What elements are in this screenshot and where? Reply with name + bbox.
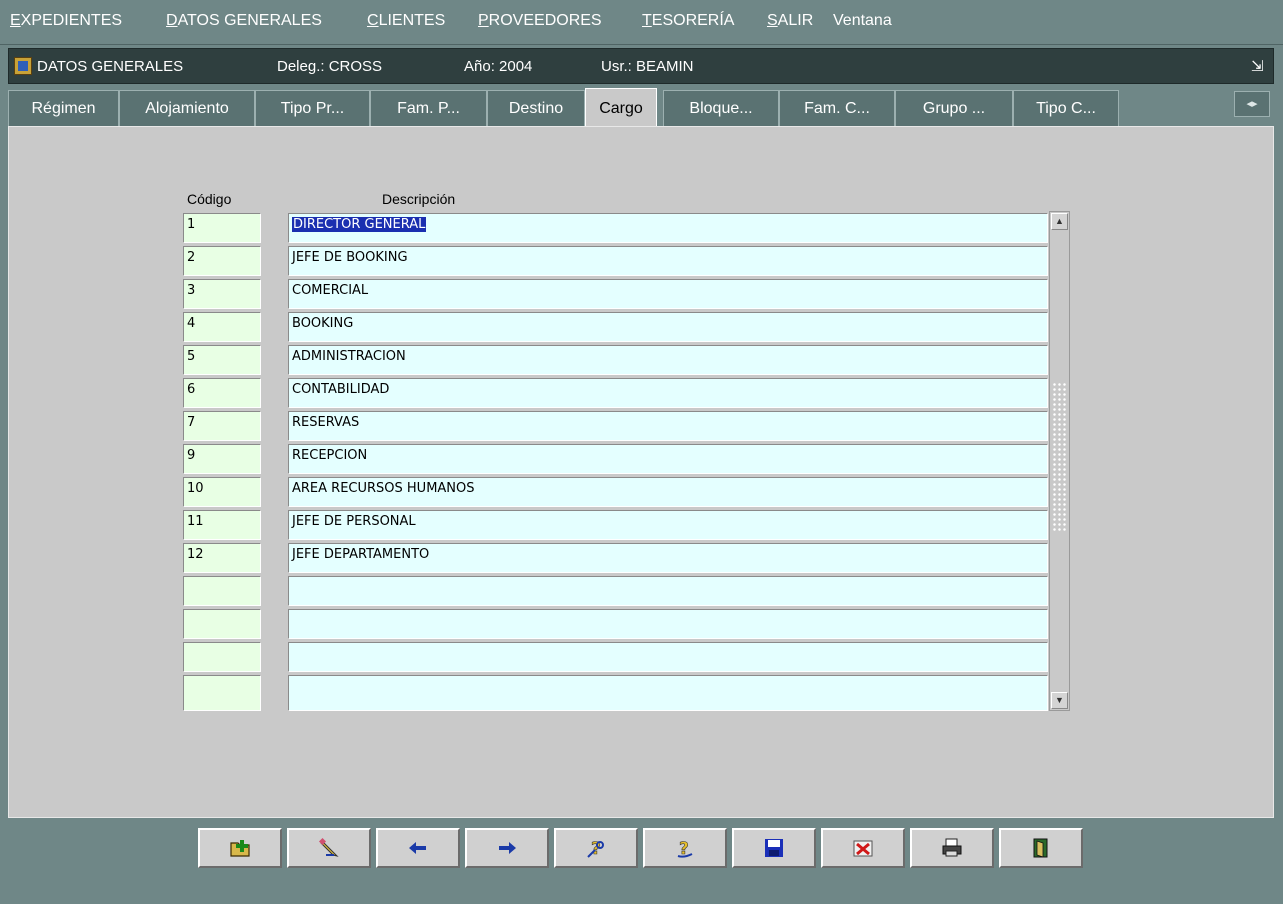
code-field[interactable]: 10 [183, 477, 261, 507]
execute-query-button[interactable]: ? [643, 828, 727, 868]
menu-bar: EXPEDIENTES DATOS GENERALES CLIENTES PRO… [0, 0, 1283, 45]
menu-tesoreria[interactable]: TESORERÍA [642, 12, 734, 30]
edit-button[interactable] [287, 828, 371, 868]
code-field[interactable]: 5 [183, 345, 261, 375]
code-field[interactable]: 6 [183, 378, 261, 408]
user-label: Usr.: BEAMIN [601, 58, 694, 75]
description-field[interactable]: COMERCIAL [288, 279, 1048, 309]
delegation-label: Deleg.: CROSS [277, 58, 383, 75]
code-field[interactable]: 11 [183, 510, 261, 540]
description-field[interactable]: AREA RECURSOS HUMANOS [288, 477, 1048, 507]
code-field[interactable]: 9 [183, 444, 261, 474]
minimize-icon[interactable]: ⇲ [1251, 57, 1265, 75]
tab-tipo-c[interactable]: Tipo C... [1013, 90, 1119, 126]
previous-button[interactable] [376, 828, 460, 868]
tab-fam-p[interactable]: Fam. P... [370, 90, 487, 126]
code-field[interactable]: 4 [183, 312, 261, 342]
save-button[interactable] [732, 828, 816, 868]
new-record-button[interactable] [198, 828, 282, 868]
scroll-down-icon[interactable]: ▼ [1051, 692, 1068, 709]
header-code: Código [187, 191, 232, 207]
tab-scroll-icon[interactable]: ◂▸ [1234, 91, 1270, 117]
edit-pencil-icon [318, 837, 339, 857]
menu-expedientes[interactable]: EXPEDIENTES [10, 12, 122, 30]
delete-button[interactable] [821, 828, 905, 868]
menu-salir[interactable]: SALIR [767, 12, 813, 30]
tab-cargo[interactable]: Cargo [585, 88, 657, 128]
code-field[interactable] [183, 576, 261, 606]
description-field[interactable]: BOOKING [288, 312, 1048, 342]
tab-bar: Régimen Alojamiento Tipo Pr... Fam. P...… [8, 85, 1274, 128]
exit-door-icon [1033, 838, 1048, 858]
selected-description: DIRECTOR GENERAL [292, 217, 427, 232]
print-button[interactable] [910, 828, 994, 868]
description-field[interactable] [288, 609, 1048, 639]
bottom-toolbar: ? ? [0, 820, 1283, 904]
tab-regimen[interactable]: Régimen [8, 90, 119, 126]
exit-button[interactable] [999, 828, 1083, 868]
vertical-scrollbar[interactable]: ▲ ▼ [1049, 211, 1070, 711]
code-field[interactable]: 12 [183, 543, 261, 573]
delete-x-icon [853, 840, 873, 857]
content-panel: Código Descripción 1 DIRECTOR GENERAL 2 … [8, 126, 1274, 818]
description-field[interactable] [288, 675, 1048, 711]
scroll-grip[interactable] [1052, 382, 1066, 532]
menu-clientes[interactable]: CLIENTES [367, 12, 445, 30]
tab-grupo[interactable]: Grupo ... [895, 90, 1013, 126]
description-field[interactable]: ADMINISTRACION [288, 345, 1048, 375]
year-label: Año: 2004 [464, 58, 533, 75]
description-field[interactable]: RESERVAS [288, 411, 1048, 441]
tab-alojamiento[interactable]: Alojamiento [119, 90, 255, 126]
next-button[interactable] [465, 828, 549, 868]
description-field[interactable] [288, 642, 1048, 672]
code-field[interactable] [183, 675, 261, 711]
query-key-icon: ? [587, 839, 604, 859]
description-field[interactable]: RECEPCION [288, 444, 1048, 474]
new-record-icon [230, 840, 250, 857]
description-field[interactable]: JEFE DE PERSONAL [288, 510, 1048, 540]
description-field[interactable]: DIRECTOR GENERAL [288, 213, 1048, 243]
menu-datos-generales[interactable]: DATOS GENERALES [166, 12, 322, 30]
description-field[interactable] [288, 576, 1048, 606]
floppy-disk-icon [765, 839, 783, 857]
code-field[interactable] [183, 642, 261, 672]
tab-fam-c[interactable]: Fam. C... [779, 90, 895, 126]
menu-proveedores[interactable]: PROVEEDORES [478, 12, 602, 30]
window-title-bar: DATOS GENERALES Deleg.: CROSS Año: 2004 … [8, 48, 1274, 84]
printer-icon [942, 838, 962, 857]
menu-ventana[interactable]: Ventana [833, 12, 892, 30]
tab-destino[interactable]: Destino [487, 90, 585, 126]
arrow-left-icon [409, 842, 426, 854]
code-field[interactable]: 1 [183, 213, 261, 243]
code-field[interactable]: 3 [183, 279, 261, 309]
description-field[interactable]: JEFE DE BOOKING [288, 246, 1048, 276]
arrow-right-icon [499, 842, 516, 854]
header-description: Descripción [382, 191, 456, 207]
tab-bloque[interactable]: Bloque... [663, 90, 779, 126]
window-title: DATOS GENERALES [37, 58, 184, 75]
scroll-up-icon[interactable]: ▲ [1051, 213, 1068, 230]
app-icon [14, 57, 32, 75]
description-field[interactable]: JEFE DEPARTAMENTO [288, 543, 1048, 573]
query-button[interactable]: ? [554, 828, 638, 868]
description-field[interactable]: CONTABILIDAD [288, 378, 1048, 408]
code-field[interactable] [183, 609, 261, 639]
tab-tipo-pr[interactable]: Tipo Pr... [255, 90, 370, 126]
help-query-icon: ? [677, 839, 693, 859]
code-field[interactable]: 7 [183, 411, 261, 441]
code-field[interactable]: 2 [183, 246, 261, 276]
